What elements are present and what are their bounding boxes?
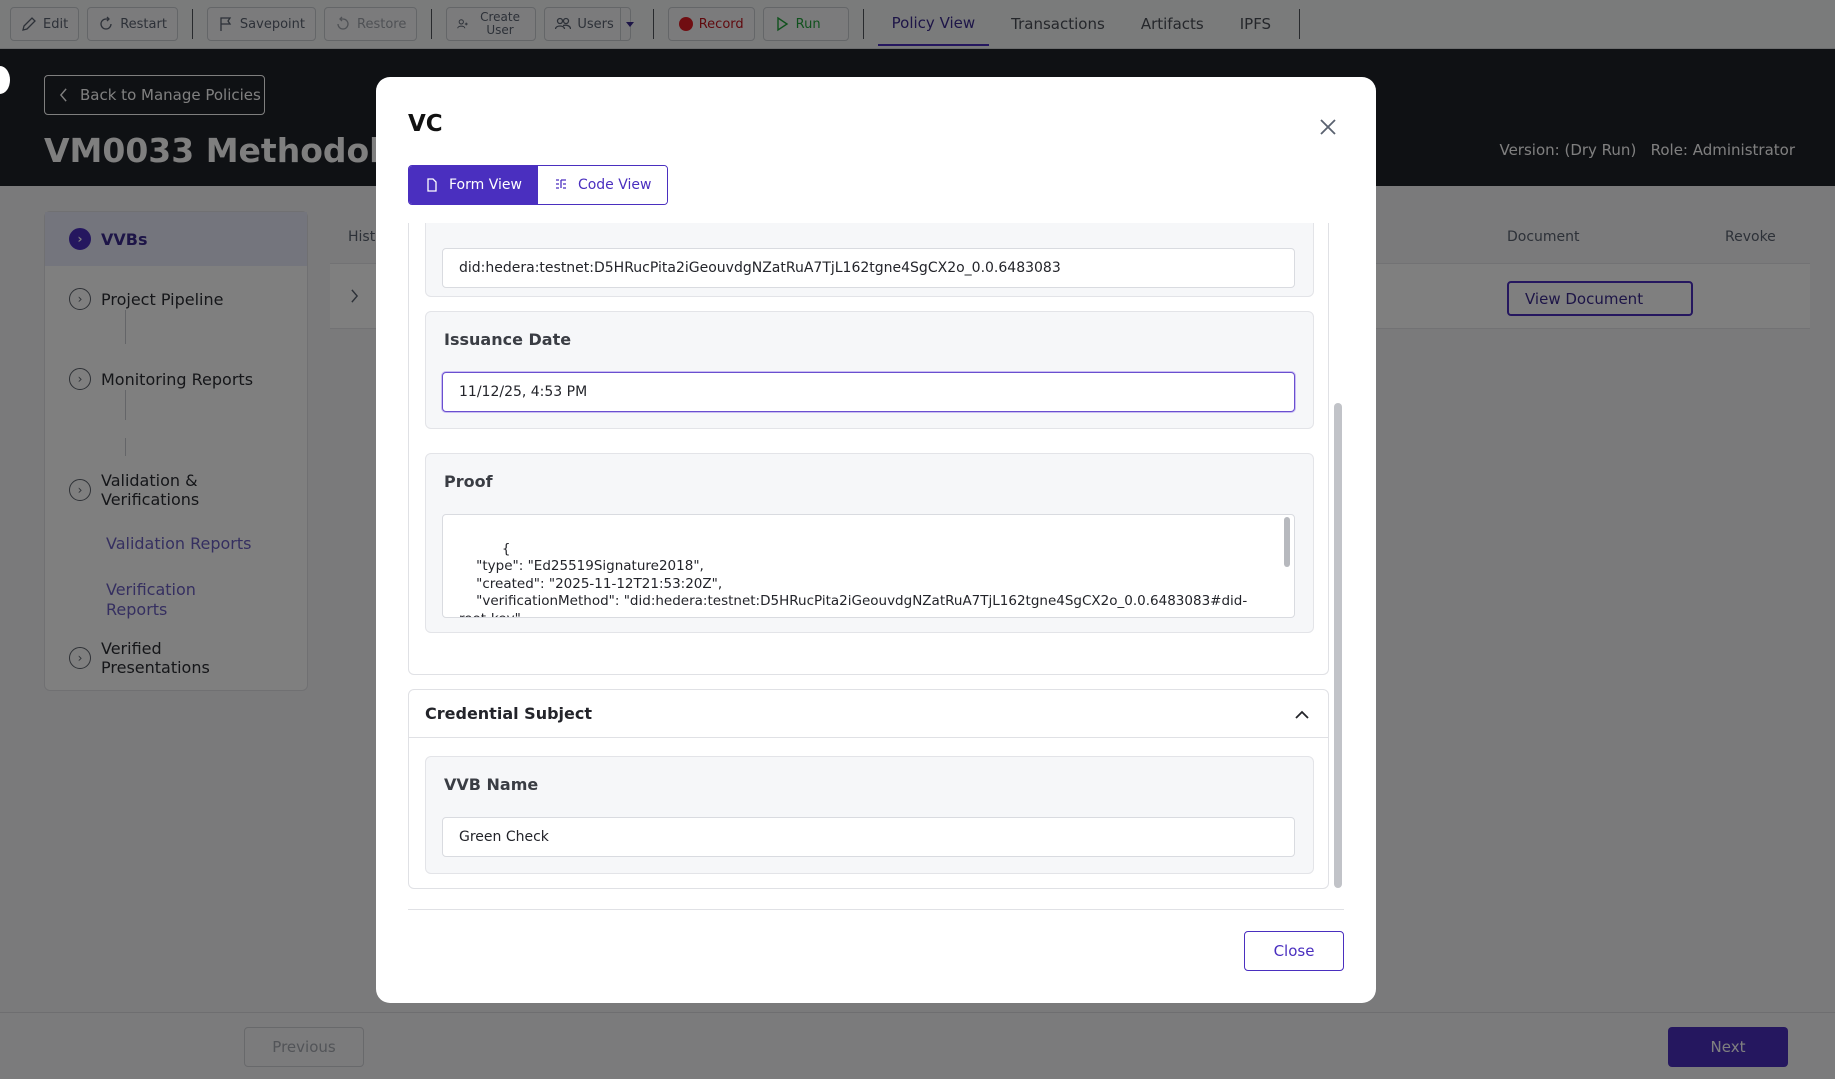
proof-json: { "type": "Ed25519Signature2018", "creat… <box>459 540 1248 618</box>
view-toggle: Form View Code View <box>408 165 669 205</box>
issuer-field[interactable]: did:hedera:testnet:D5HRucPita2iGeouvdgNZ… <box>442 248 1295 288</box>
issuance-date-label: Issuance Date <box>444 330 572 349</box>
credential-subject-section: Credential Subject VVB Name Green Check <box>408 689 1329 889</box>
code-view-button[interactable]: Code View <box>537 166 668 204</box>
chevron-up-icon[interactable] <box>1293 706 1311 724</box>
dialog-title: VC <box>408 111 443 137</box>
proof-textarea[interactable]: { "type": "Ed25519Signature2018", "creat… <box>442 514 1295 618</box>
proof-label: Proof <box>444 472 493 491</box>
issuance-date-card: Issuance Date 11/12/25, 4:53 PM <box>425 311 1314 429</box>
proof-scrollbar[interactable] <box>1284 517 1290 567</box>
document-icon <box>427 178 437 192</box>
dialog-scrollbar[interactable] <box>1334 403 1342 888</box>
credential-subject-title: Credential Subject <box>425 704 592 723</box>
vc-document-dialog: VC Form View Code View did:hedera:testne… <box>376 77 1376 1003</box>
dialog-scroll-area[interactable]: did:hedera:testnet:D5HRucPita2iGeouvdgNZ… <box>408 223 1352 897</box>
code-tree-icon <box>555 179 566 189</box>
vc-fields-group: did:hedera:testnet:D5HRucPita2iGeouvdgNZ… <box>408 223 1329 675</box>
code-view-label: Code View <box>577 177 652 193</box>
vvb-name-field[interactable]: Green Check <box>442 817 1295 857</box>
vvb-name-label: VVB Name <box>444 775 539 794</box>
proof-card: Proof { "type": "Ed25519Signature2018", … <box>425 453 1314 633</box>
dialog-divider <box>408 909 1344 910</box>
form-view-button[interactable]: Form View <box>409 166 538 204</box>
issuance-date-field[interactable]: 11/12/25, 4:53 PM <box>442 372 1295 412</box>
close-button[interactable]: Close <box>1244 931 1344 971</box>
issuer-field-card: did:hedera:testnet:D5HRucPita2iGeouvdgNZ… <box>425 223 1314 297</box>
vvb-name-card: VVB Name Green Check <box>425 756 1314 874</box>
form-view-label: Form View <box>449 177 522 193</box>
credential-subject-header[interactable]: Credential Subject <box>409 690 1328 738</box>
close-icon[interactable] <box>1316 115 1340 139</box>
